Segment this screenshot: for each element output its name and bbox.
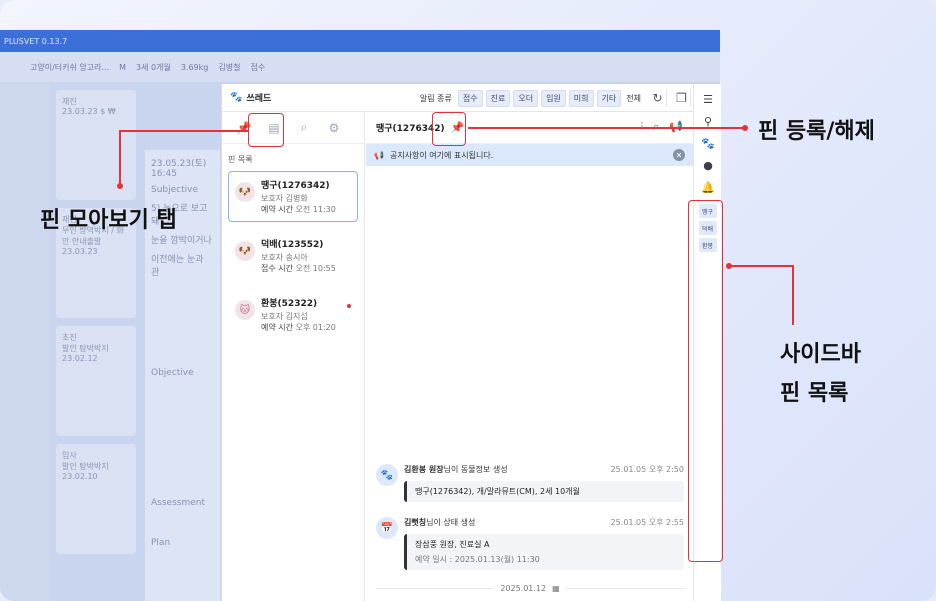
message-bubble: 땡구(1276342), 개/말라뮤트(CM), 2세 10개월	[404, 481, 684, 502]
unread-dot	[347, 304, 351, 308]
filter-chip-order[interactable]: 오더	[513, 90, 539, 107]
calendar-icon[interactable]: ▦	[552, 584, 560, 593]
thread-window: 🐾 쓰레드 알림 종류 접수 진료 오더 입원 미희 기타 전체 ↻ ❐ ✕	[221, 84, 722, 601]
chat-pane: 땡구(1276342) 📌 ⫶ ⌕ 📢 📢 공지사항이 여기에 표시됩니다. ✕…	[366, 112, 693, 601]
gear-icon[interactable]: ⚙	[326, 120, 342, 136]
app-title: PLUSVET 0.13.7	[4, 36, 68, 46]
annotation-pin-tab: 핀 모아보기 탭	[40, 208, 177, 233]
user-search-icon[interactable]: ⚲	[694, 110, 722, 132]
dog-avatar-icon: 🐶	[235, 241, 255, 261]
notice-text: 공지사항이 여기에 표시됩니다.	[389, 150, 494, 160]
filter-chip-etc[interactable]: 기타	[596, 90, 622, 107]
annotation-line	[792, 265, 794, 325]
notice-bar: 📢 공지사항이 여기에 표시됩니다. ✕	[366, 144, 693, 166]
search-icon[interactable]: ⌕	[296, 120, 312, 136]
annotation-sidebar-pins: 핀 목록	[780, 381, 849, 406]
close-icon[interactable]: ✕	[673, 149, 685, 161]
annotation-line	[729, 265, 793, 267]
chat-bubble-icon[interactable]: ●	[694, 154, 722, 176]
filter-chip-memo[interactable]: 미희	[568, 90, 594, 107]
panel-tabs: 📌 ▤ ⌕ ⚙	[222, 112, 364, 144]
paw-icon: 🐾	[230, 92, 243, 103]
annotation-pin-toggle: 핀 등록/해제	[758, 119, 875, 144]
message-bubble: 장삼풍 원장, 진료실 A 예약 일시 : 2025.01.13(월) 11:3…	[404, 534, 684, 570]
filter-chip-reception[interactable]: 접수	[457, 90, 483, 107]
message: 🐾 김환봉 원장님이 동물정보 생성 25.01.05 오후 2:50 땡구(1…	[376, 464, 684, 502]
paw-icon[interactable]: 🐾	[694, 132, 722, 154]
background-card: 재진 23.03.23 $ ₩	[56, 90, 136, 200]
background-history-column: 재진 23.03.23 $ ₩ 재진 무인 방역박지 / 화 안 안내출발 23…	[56, 90, 136, 601]
pin-tab-highlight	[248, 113, 284, 147]
annotation-dot	[742, 125, 748, 131]
paw-avatar-icon: 🐾	[376, 464, 398, 486]
date-divider: 2025.01.12 ▦	[376, 584, 684, 593]
calendar-avatar-icon: 📅	[376, 517, 398, 539]
pin-card[interactable]: 🐶 덕배(123552) 보호자 송시아 접수 시간 오전 10:55	[228, 230, 358, 281]
filter-all[interactable]: 전체	[624, 91, 643, 106]
pin-list-heading: 핀 목록	[228, 155, 253, 164]
annotation-line	[119, 130, 248, 132]
annotation-sidebar: 사이드바	[780, 342, 861, 367]
pin-card[interactable]: 🐶 땡구(1276342) 보호자 김병화 예약 시간 오전 11:30	[228, 171, 358, 222]
pin-toggle-highlight	[432, 112, 466, 146]
message-time: 25.01.05 오후 2:50	[610, 465, 684, 474]
message-time: 25.01.05 오후 2:55	[610, 518, 684, 527]
cat-avatar-icon: 🐱	[235, 300, 255, 320]
background-card: 입사 발인 탕박박지 23.02.10	[56, 444, 136, 554]
background-titlebar: PLUSVET 0.13.7	[0, 30, 720, 52]
bell-icon[interactable]: 🔔	[694, 176, 722, 198]
background-patient-bar: 고양이/터키쉬 앙고라... M 3세 0개월 3.69kg 김병철 접수	[0, 52, 720, 82]
filter-label: 알림 종류	[419, 94, 452, 103]
thread-header: 🐾 쓰레드 알림 종류 접수 진료 오더 입원 미희 기타 전체 ↻ ❐ ✕	[222, 84, 721, 112]
filter-chip-admission[interactable]: 입원	[541, 90, 566, 107]
pin-list-panel: 📌 ▤ ⌕ ⚙ 핀 목록 🐶 땡구(1276342) 보호자 김병화 예약 시간…	[222, 112, 365, 601]
megaphone-icon: 📢	[374, 150, 384, 160]
copy-window-icon[interactable]: ❐	[673, 89, 691, 107]
notification-filters: 알림 종류 접수 진료 오더 입원 미희 기타 전체	[420, 90, 643, 107]
user-list-icon[interactable]: ☰	[694, 88, 722, 110]
window-title: 쓰레드	[246, 94, 272, 104]
sidebar-highlight	[688, 200, 723, 562]
annotation-line	[119, 130, 121, 185]
background-card: 초진 발인 탕박박지 23.02.12	[56, 326, 136, 436]
annotation-line	[468, 127, 744, 129]
message: 📅 김뻣칭님이 상태 생성 25.01.05 오후 2:55 장삼풍 원장, 진…	[376, 517, 684, 570]
background-left-strip	[0, 84, 50, 601]
screenshot-frame: PLUSVET 0.13.7 고양이/터키쉬 앙고라... M 3세 0개월 3…	[0, 0, 936, 601]
dog-avatar-icon: 🐶	[235, 182, 255, 202]
pin-card[interactable]: 🐱 환봉(52322) 보호자 김지섭 예약 시간 오후 01:20	[228, 289, 358, 340]
refresh-icon[interactable]: ↻	[649, 89, 667, 107]
filter-chip-treatment[interactable]: 진료	[485, 90, 511, 107]
